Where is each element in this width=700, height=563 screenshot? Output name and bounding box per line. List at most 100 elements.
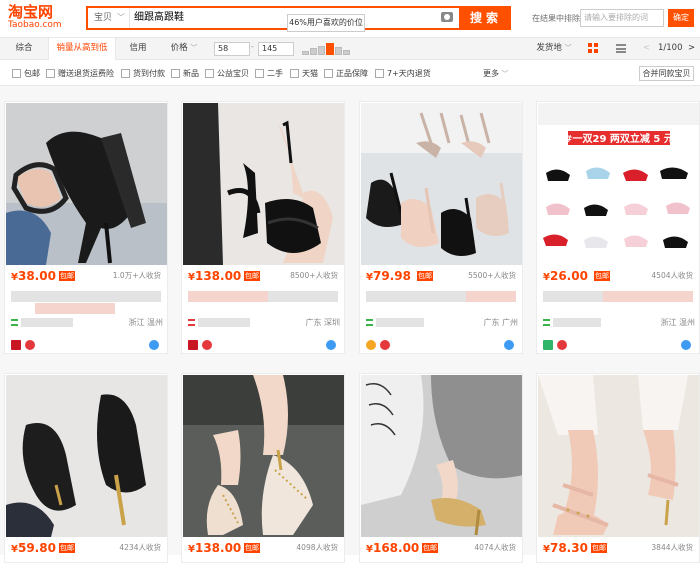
product-card[interactable]: ¥59.80 包邮 4234人收货 bbox=[4, 373, 168, 563]
shop-name[interactable] bbox=[376, 318, 424, 327]
product-card[interactable]: ¥138.00 包邮 4098人收货 bbox=[181, 373, 345, 563]
product-card[interactable]: ¥79.98 包邮 5500+人收货 广东 广州 bbox=[359, 101, 523, 354]
chat-icon[interactable] bbox=[149, 340, 159, 350]
shop-icon bbox=[11, 319, 18, 326]
list-view-icon[interactable] bbox=[616, 44, 626, 53]
logo-text: 淘宝网 bbox=[8, 3, 54, 21]
product-price: ¥78.30 bbox=[543, 541, 588, 555]
gold-badge-icon bbox=[366, 340, 376, 350]
checkbox[interactable] bbox=[121, 69, 130, 78]
chat-icon[interactable] bbox=[326, 340, 336, 350]
sold-count: 4098人收货 bbox=[296, 543, 338, 552]
product-title[interactable] bbox=[188, 291, 268, 302]
sold-count: 4504人收货 bbox=[651, 271, 693, 280]
product-image[interactable] bbox=[6, 103, 167, 265]
product-image[interactable] bbox=[538, 375, 699, 537]
merge-same-items-button[interactable]: 合并同款宝贝 bbox=[639, 66, 694, 81]
filter-cod[interactable]: 货到付款 bbox=[121, 68, 165, 80]
product-card[interactable]: ¥168.00 包邮 4074人收货 bbox=[359, 373, 523, 563]
shop-row[interactable]: 广东 深圳 bbox=[188, 317, 340, 329]
product-card[interactable]: ¥78.30 包邮 3844人收货 bbox=[536, 373, 700, 563]
shop-location: 广东 深圳 bbox=[305, 318, 340, 327]
product-card[interactable]: ¥138.00 包邮 8500+人收货 广东 深圳 bbox=[181, 101, 345, 354]
checkbox[interactable] bbox=[171, 69, 180, 78]
prev-page-button[interactable]: < bbox=[643, 38, 650, 59]
sold-count: 8500+人收货 bbox=[290, 271, 338, 280]
more-filters-label: 更多 bbox=[483, 69, 499, 78]
product-card[interactable]: #一双29 两双立减 5 元 ¥26.00 包邮 4504人收货 浙江 温州 bbox=[536, 101, 700, 354]
sort-credit[interactable]: 信用 bbox=[116, 38, 160, 59]
shop-name[interactable] bbox=[21, 318, 73, 327]
checkbox[interactable] bbox=[375, 69, 384, 78]
search-scope-select[interactable]: 宝贝 ﹀ bbox=[88, 8, 130, 28]
heart-badge-icon bbox=[380, 340, 390, 350]
sort-bar: 综合 销量从高到低 信用 价格 ﹀ 58 - 145 发货地 ﹀ < 1/100… bbox=[0, 37, 700, 60]
product-image[interactable]: #一双29 两双立减 5 元 bbox=[538, 103, 699, 265]
filter-free-shipping[interactable]: 包邮 bbox=[12, 68, 40, 80]
sort-sales[interactable]: 销量从高到低 bbox=[48, 38, 116, 60]
checkbox[interactable] bbox=[205, 69, 214, 78]
price-max-input[interactable]: 145 bbox=[258, 42, 294, 56]
free-shipping-tag: 包邮 bbox=[244, 271, 260, 281]
exclude-label: 在结果中排除 bbox=[532, 14, 580, 23]
checkbox[interactable] bbox=[290, 69, 299, 78]
taobao-logo[interactable]: 淘宝网 Taobao.com bbox=[8, 4, 68, 32]
free-shipping-tag: 包邮 bbox=[244, 543, 260, 553]
product-price: ¥26.00 bbox=[543, 269, 588, 283]
filter-return-insurance[interactable]: 赠送退货运费险 bbox=[46, 68, 114, 80]
filter-new[interactable]: 新品 bbox=[171, 68, 199, 80]
chevron-down-icon: ﹀ bbox=[190, 44, 198, 52]
next-page-button[interactable]: > bbox=[688, 38, 695, 59]
member-badge-icon bbox=[11, 340, 21, 350]
product-image[interactable] bbox=[183, 375, 344, 537]
product-title[interactable] bbox=[543, 291, 603, 302]
filter-7day-return[interactable]: 7+天内退货 bbox=[375, 68, 431, 80]
more-filters-button[interactable]: 更多 ﹀ bbox=[483, 68, 509, 79]
product-price: ¥59.80 bbox=[11, 541, 56, 555]
filter-charity[interactable]: 公益宝贝 bbox=[205, 68, 249, 80]
product-card[interactable]: ¥38.00 包邮 1.0万+人收货 浙江 温州 bbox=[4, 101, 168, 354]
sort-price[interactable]: 价格 ﹀ bbox=[164, 38, 204, 59]
heart-badge-icon bbox=[557, 340, 567, 350]
checkbox[interactable] bbox=[12, 69, 21, 78]
product-title[interactable] bbox=[11, 291, 161, 302]
camera-icon[interactable] bbox=[441, 12, 453, 22]
product-title[interactable] bbox=[366, 291, 466, 302]
exclude-input[interactable]: 请输入要排除的词 bbox=[580, 9, 664, 27]
chat-icon[interactable] bbox=[504, 340, 514, 350]
product-image[interactable] bbox=[6, 375, 167, 537]
price-range-dash: - bbox=[251, 42, 254, 51]
search-button[interactable]: 搜索 bbox=[461, 6, 511, 30]
product-title-highlight bbox=[603, 291, 693, 302]
checkbox[interactable] bbox=[255, 69, 264, 78]
sold-count: 4074人收货 bbox=[474, 543, 516, 552]
product-image[interactable] bbox=[183, 103, 344, 265]
grid-view-icon[interactable] bbox=[588, 43, 598, 53]
ship-from-select[interactable]: 发货地 ﹀ bbox=[532, 38, 576, 59]
shop-row[interactable]: 广东 广州 bbox=[366, 317, 518, 329]
price-tooltip: 46%用户喜欢的价位 bbox=[287, 14, 365, 32]
exclude-confirm-button[interactable]: 确定 bbox=[668, 9, 694, 27]
chevron-down-icon: ﹀ bbox=[564, 44, 572, 52]
price-min-input[interactable]: 58 bbox=[214, 42, 250, 56]
sold-count: 5500+人收货 bbox=[468, 271, 516, 280]
shop-name[interactable] bbox=[198, 318, 250, 327]
checkbox[interactable] bbox=[46, 69, 55, 78]
filter-second-hand[interactable]: 二手 bbox=[255, 68, 283, 80]
filter-tmall[interactable]: 天猫 bbox=[290, 68, 318, 80]
product-image[interactable] bbox=[361, 103, 522, 265]
shop-row[interactable]: 浙江 温州 bbox=[543, 317, 695, 329]
chat-icon[interactable] bbox=[681, 340, 691, 350]
checkbox[interactable] bbox=[324, 69, 333, 78]
product-image[interactable] bbox=[361, 375, 522, 537]
product-price: ¥168.00 bbox=[366, 541, 420, 555]
search-input[interactable] bbox=[134, 8, 434, 28]
price-distribution-chart[interactable] bbox=[302, 43, 352, 55]
product-price: ¥38.00 bbox=[11, 269, 56, 283]
filter-genuine[interactable]: 正品保障 bbox=[324, 68, 368, 80]
sold-count: 4234人收货 bbox=[119, 543, 161, 552]
shop-row[interactable]: 浙江 温州 bbox=[11, 317, 163, 329]
product-price: ¥138.00 bbox=[188, 269, 242, 283]
shop-name[interactable] bbox=[553, 318, 601, 327]
sort-default[interactable]: 综合 bbox=[0, 38, 48, 59]
